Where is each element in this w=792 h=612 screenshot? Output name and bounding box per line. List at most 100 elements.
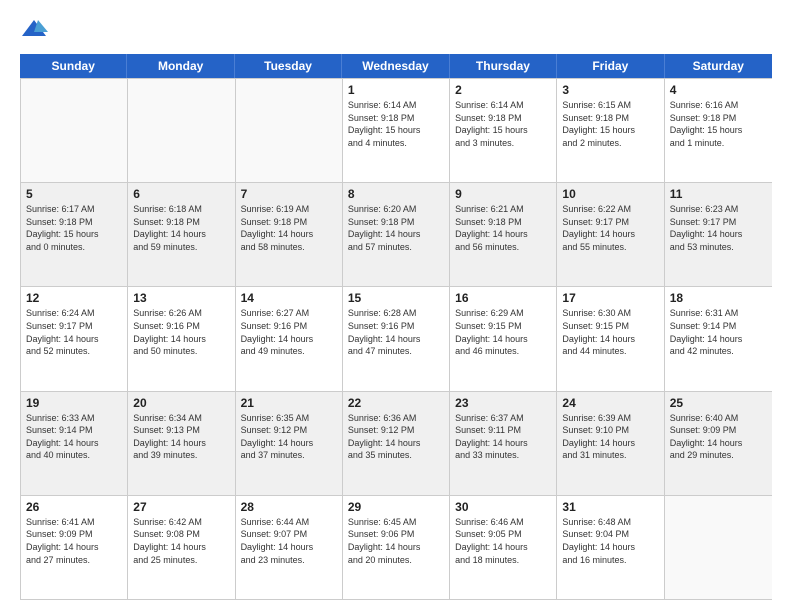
cal-cell (21, 79, 128, 182)
day-number: 12 (26, 291, 122, 305)
day-number: 5 (26, 187, 122, 201)
cal-cell: 1 Sunrise: 6:14 AM Sunset: 9:18 PM Daylig… (343, 79, 450, 182)
cal-cell: 10 Sunrise: 6:22 AM Sunset: 9:17 PM Dayli… (557, 183, 664, 286)
cal-cell: 8 Sunrise: 6:20 AM Sunset: 9:18 PM Daylig… (343, 183, 450, 286)
day-number: 6 (133, 187, 229, 201)
day-info: Sunrise: 6:46 AM Sunset: 9:05 PM Dayligh… (455, 516, 551, 566)
week-row-4: 19 Sunrise: 6:33 AM Sunset: 9:14 PM Dayli… (21, 391, 772, 495)
day-number: 11 (670, 187, 767, 201)
cal-cell: 18 Sunrise: 6:31 AM Sunset: 9:14 PM Dayli… (665, 287, 772, 390)
day-number: 30 (455, 500, 551, 514)
day-number: 26 (26, 500, 122, 514)
cal-cell: 22 Sunrise: 6:36 AM Sunset: 9:12 PM Dayli… (343, 392, 450, 495)
day-info: Sunrise: 6:14 AM Sunset: 9:18 PM Dayligh… (348, 99, 444, 149)
cal-cell: 30 Sunrise: 6:46 AM Sunset: 9:05 PM Dayli… (450, 496, 557, 599)
day-info: Sunrise: 6:27 AM Sunset: 9:16 PM Dayligh… (241, 307, 337, 357)
cal-cell: 9Sunrise: 6:21 AM Sunset: 9:18 PM Daylig… (450, 183, 557, 286)
day-info: Sunrise: 6:17 AM Sunset: 9:18 PM Dayligh… (26, 203, 122, 253)
day-info: Sunrise: 6:34 AM Sunset: 9:13 PM Dayligh… (133, 412, 229, 462)
header-cell-sunday: Sunday (20, 54, 127, 78)
cal-cell: 26 Sunrise: 6:41 AM Sunset: 9:09 PM Dayli… (21, 496, 128, 599)
day-number: 22 (348, 396, 444, 410)
cal-cell: 15Sunrise: 6:28 AM Sunset: 9:16 PM Dayli… (343, 287, 450, 390)
day-number: 9 (455, 187, 551, 201)
day-info: Sunrise: 6:22 AM Sunset: 9:17 PM Dayligh… (562, 203, 658, 253)
cal-cell: 17 Sunrise: 6:30 AM Sunset: 9:15 PM Dayli… (557, 287, 664, 390)
day-number: 21 (241, 396, 337, 410)
day-number: 17 (562, 291, 658, 305)
day-number: 20 (133, 396, 229, 410)
day-info: Sunrise: 6:40 AM Sunset: 9:09 PM Dayligh… (670, 412, 767, 462)
day-info: Sunrise: 6:42 AM Sunset: 9:08 PM Dayligh… (133, 516, 229, 566)
day-number: 18 (670, 291, 767, 305)
day-number: 25 (670, 396, 767, 410)
week-row-2: 5 Sunrise: 6:17 AM Sunset: 9:18 PM Daylig… (21, 182, 772, 286)
day-info: Sunrise: 6:39 AM Sunset: 9:10 PM Dayligh… (562, 412, 658, 462)
header-cell-saturday: Saturday (665, 54, 772, 78)
cal-cell: 24 Sunrise: 6:39 AM Sunset: 9:10 PM Dayli… (557, 392, 664, 495)
header-cell-thursday: Thursday (450, 54, 557, 78)
day-info: Sunrise: 6:19 AM Sunset: 9:18 PM Dayligh… (241, 203, 337, 253)
day-info: Sunrise: 6:30 AM Sunset: 9:15 PM Dayligh… (562, 307, 658, 357)
cal-cell: 19 Sunrise: 6:33 AM Sunset: 9:14 PM Dayli… (21, 392, 128, 495)
day-number: 28 (241, 500, 337, 514)
cal-cell: 27 Sunrise: 6:42 AM Sunset: 9:08 PM Dayli… (128, 496, 235, 599)
day-info: Sunrise: 6:35 AM Sunset: 9:12 PM Dayligh… (241, 412, 337, 462)
day-number: 31 (562, 500, 658, 514)
day-info: Sunrise: 6:20 AM Sunset: 9:18 PM Dayligh… (348, 203, 444, 253)
day-number: 27 (133, 500, 229, 514)
day-info: Sunrise: 6:36 AM Sunset: 9:12 PM Dayligh… (348, 412, 444, 462)
day-number: 23 (455, 396, 551, 410)
cal-cell: 2Sunrise: 6:14 AM Sunset: 9:18 PM Daylig… (450, 79, 557, 182)
day-number: 29 (348, 500, 444, 514)
day-number: 8 (348, 187, 444, 201)
cal-cell: 13 Sunrise: 6:26 AM Sunset: 9:16 PM Dayli… (128, 287, 235, 390)
day-number: 10 (562, 187, 658, 201)
cal-cell: 16Sunrise: 6:29 AM Sunset: 9:15 PM Dayli… (450, 287, 557, 390)
day-info: Sunrise: 6:18 AM Sunset: 9:18 PM Dayligh… (133, 203, 229, 253)
header-cell-tuesday: Tuesday (235, 54, 342, 78)
logo-area (20, 16, 52, 44)
day-number: 1 (348, 83, 444, 97)
cal-cell: 28 Sunrise: 6:44 AM Sunset: 9:07 PM Dayli… (236, 496, 343, 599)
cal-cell: 6 Sunrise: 6:18 AM Sunset: 9:18 PM Daylig… (128, 183, 235, 286)
cal-cell: 23 Sunrise: 6:37 AM Sunset: 9:11 PM Dayli… (450, 392, 557, 495)
header (20, 16, 772, 44)
cal-cell: 12 Sunrise: 6:24 AM Sunset: 9:17 PM Dayli… (21, 287, 128, 390)
day-info: Sunrise: 6:41 AM Sunset: 9:09 PM Dayligh… (26, 516, 122, 566)
day-number: 2 (455, 83, 551, 97)
logo-icon (20, 16, 48, 44)
day-info: Sunrise: 6:37 AM Sunset: 9:11 PM Dayligh… (455, 412, 551, 462)
day-info: Sunrise: 6:48 AM Sunset: 9:04 PM Dayligh… (562, 516, 658, 566)
cal-cell (665, 496, 772, 599)
cal-cell (236, 79, 343, 182)
day-number: 19 (26, 396, 122, 410)
day-number: 3 (562, 83, 658, 97)
day-number: 13 (133, 291, 229, 305)
day-info: Sunrise: 6:16 AM Sunset: 9:18 PM Dayligh… (670, 99, 767, 149)
day-info: Sunrise: 6:31 AM Sunset: 9:14 PM Dayligh… (670, 307, 767, 357)
calendar-body: 1 Sunrise: 6:14 AM Sunset: 9:18 PM Daylig… (20, 78, 772, 600)
cal-cell: 31 Sunrise: 6:48 AM Sunset: 9:04 PM Dayli… (557, 496, 664, 599)
cal-cell: 7Sunrise: 6:19 AM Sunset: 9:18 PM Daylig… (236, 183, 343, 286)
calendar-header-row: SundayMondayTuesdayWednesdayThursdayFrid… (20, 54, 772, 78)
cal-cell: 29Sunrise: 6:45 AM Sunset: 9:06 PM Dayli… (343, 496, 450, 599)
cal-cell (128, 79, 235, 182)
cal-cell: 3Sunrise: 6:15 AM Sunset: 9:18 PM Daylig… (557, 79, 664, 182)
week-row-1: 1 Sunrise: 6:14 AM Sunset: 9:18 PM Daylig… (21, 78, 772, 182)
day-info: Sunrise: 6:24 AM Sunset: 9:17 PM Dayligh… (26, 307, 122, 357)
day-info: Sunrise: 6:29 AM Sunset: 9:15 PM Dayligh… (455, 307, 551, 357)
header-cell-monday: Monday (127, 54, 234, 78)
day-info: Sunrise: 6:26 AM Sunset: 9:16 PM Dayligh… (133, 307, 229, 357)
week-row-3: 12 Sunrise: 6:24 AM Sunset: 9:17 PM Dayli… (21, 286, 772, 390)
calendar: SundayMondayTuesdayWednesdayThursdayFrid… (20, 54, 772, 600)
day-info: Sunrise: 6:23 AM Sunset: 9:17 PM Dayligh… (670, 203, 767, 253)
day-info: Sunrise: 6:44 AM Sunset: 9:07 PM Dayligh… (241, 516, 337, 566)
cal-cell: 11 Sunrise: 6:23 AM Sunset: 9:17 PM Dayli… (665, 183, 772, 286)
header-cell-friday: Friday (557, 54, 664, 78)
day-number: 4 (670, 83, 767, 97)
day-number: 24 (562, 396, 658, 410)
day-number: 14 (241, 291, 337, 305)
day-info: Sunrise: 6:33 AM Sunset: 9:14 PM Dayligh… (26, 412, 122, 462)
header-cell-wednesday: Wednesday (342, 54, 449, 78)
